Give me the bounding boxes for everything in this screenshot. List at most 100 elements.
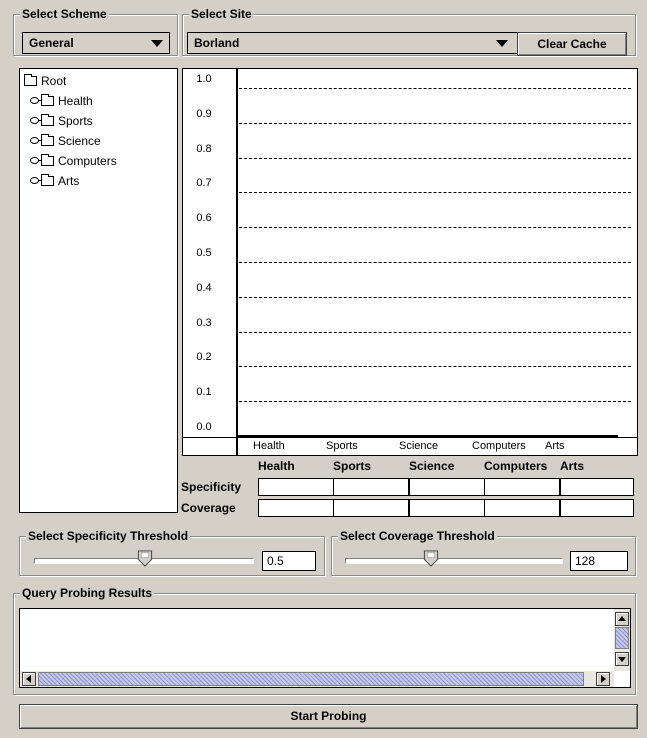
table-cell [333,478,409,496]
folder-icon [41,94,54,106]
tree-node-label: Health [58,94,93,108]
arrow-up-icon [618,616,626,621]
table-cell [560,499,634,517]
grid-line [239,227,631,229]
expand-icon[interactable] [30,117,44,124]
coverage-slider-thumb[interactable] [423,550,439,567]
tree-node-science[interactable]: Science [24,132,101,150]
results-textarea[interactable] [19,608,631,688]
y-tick-label: 0.0 [196,421,212,433]
y-tick-label: 0.5 [196,247,212,259]
table-cell [484,499,560,517]
site-group-title: Select Site [189,7,254,21]
y-tick-label: 0.9 [196,107,212,120]
grid-line [239,296,631,298]
table-column-header: Science [409,459,455,473]
tree-node-label: Sports [58,114,93,128]
horizontal-scrollbar[interactable] [20,671,614,687]
x-axis-line [183,437,637,438]
arrow-down-icon [618,657,626,662]
table-column-header: Computers [484,459,548,473]
tree-node-label: Arts [58,174,80,188]
vertical-scrollbar[interactable] [614,609,630,671]
tree-node-label: Root [41,74,67,88]
site-select-value: Borland [194,36,240,50]
grid-line [239,157,631,159]
y-tick-label: 1.0 [196,73,212,85]
y-tick-label: 0.6 [196,212,212,225]
scheme-group-title: Select Scheme [20,7,109,21]
table-column-header: Arts [560,459,585,473]
chart-area: 1.0 0.9 0.8 0.7 0.6 0.5 0.4 0.3 0.2 0.1 0.0 Health S… [183,69,637,456]
tree-node-label: Science [58,134,101,148]
tree-node-health[interactable]: Health [24,92,93,110]
y-axis-line [236,69,238,456]
arrow-left-icon [26,675,31,683]
scroll-down-button[interactable] [615,652,629,666]
table-cell [258,499,334,517]
chevron-down-icon [496,40,508,47]
y-tick-label: 0.1 [196,386,212,399]
folder-icon [41,174,54,186]
scroll-up-button[interactable] [615,612,629,626]
x-category-label: Health [253,440,285,452]
grid-line [239,366,631,368]
grid-line [239,88,631,89]
tree-node-sports[interactable]: Sports [24,112,93,130]
tree-node-label: Computers [58,154,117,168]
clear-cache-label: Clear Cache [537,37,607,51]
coverage-threshold-value[interactable]: 128 [570,551,628,571]
x-axis-baseline [238,435,618,437]
coverage-slider-track[interactable] [345,558,563,564]
site-select[interactable]: Borland [187,32,518,54]
grid-line [239,192,631,194]
tree-node-arts[interactable]: Arts [24,172,79,190]
expand-icon[interactable] [30,177,44,184]
y-tick-label: 0.7 [196,177,212,190]
table-row-label: Specificity [181,480,242,494]
y-tick-label: 0.3 [196,316,212,329]
y-tick-label: 0.2 [196,351,212,364]
scroll-right-button[interactable] [596,672,610,686]
expand-icon[interactable] [30,157,44,164]
vertical-scroll-thumb[interactable] [615,627,629,649]
scheme-select[interactable]: General [22,32,170,54]
x-category-label: Sports [326,440,358,452]
results-title: Query Probing Results [20,586,155,600]
grid-line [239,401,631,403]
folder-icon [41,114,54,126]
clear-cache-button[interactable]: Clear Cache [517,32,627,56]
start-probing-button[interactable]: Start Probing [19,704,638,729]
folder-icon [24,74,37,86]
specificity-threshold-value[interactable]: 0.5 [262,551,316,571]
table-cell [560,478,634,496]
chart-panel: 1.0 0.9 0.8 0.7 0.6 0.5 0.4 0.3 0.2 0.1 0.0 Health S… [182,68,638,456]
table-row-label: Coverage [181,501,236,515]
table-cell [484,478,560,496]
tree-node-root[interactable]: Root [24,72,66,90]
table-column-header: Health [258,459,295,473]
tree-node-computers[interactable]: Computers [24,152,117,170]
table-cell [409,499,485,517]
table-cell [409,478,485,496]
horizontal-scroll-thumb[interactable] [38,672,584,686]
table-cell [333,499,409,517]
scheme-select-value: General [29,36,74,50]
folder-icon [41,134,54,146]
specificity-threshold-title: Select Specificity Threshold [26,529,191,543]
folder-icon [41,154,54,166]
grid-line [239,122,631,124]
x-category-label: Science [399,440,439,452]
chevron-down-icon [151,40,163,47]
specificity-slider-thumb[interactable] [137,550,153,567]
y-tick-label: 0.8 [196,142,212,155]
start-probing-label: Start Probing [290,709,367,723]
table-column-header: Sports [333,459,372,473]
arrow-right-icon [601,675,606,683]
expand-icon[interactable] [30,137,44,144]
scroll-left-button[interactable] [22,672,36,686]
grid-line [239,331,631,333]
expand-icon[interactable] [30,97,44,104]
x-category-label: Arts [545,440,565,452]
category-tree: Root Health Sports Science Computers Art… [19,68,178,513]
